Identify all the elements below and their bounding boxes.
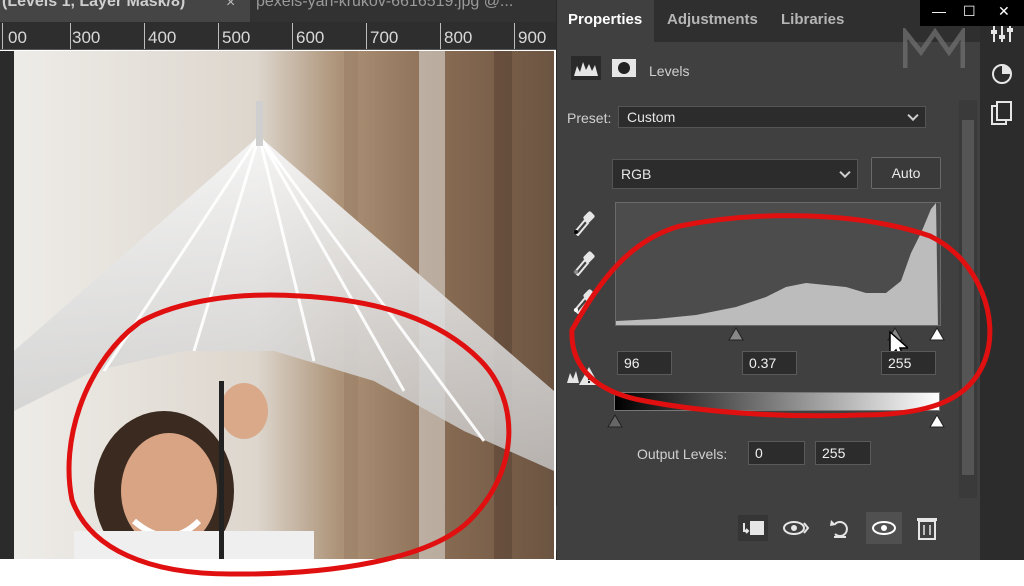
photoshop-window: (Levels 1, Layer Mask/8) × pexels-yan-kr… xyxy=(0,0,1024,586)
red-annotation-overlay xyxy=(66,213,993,577)
